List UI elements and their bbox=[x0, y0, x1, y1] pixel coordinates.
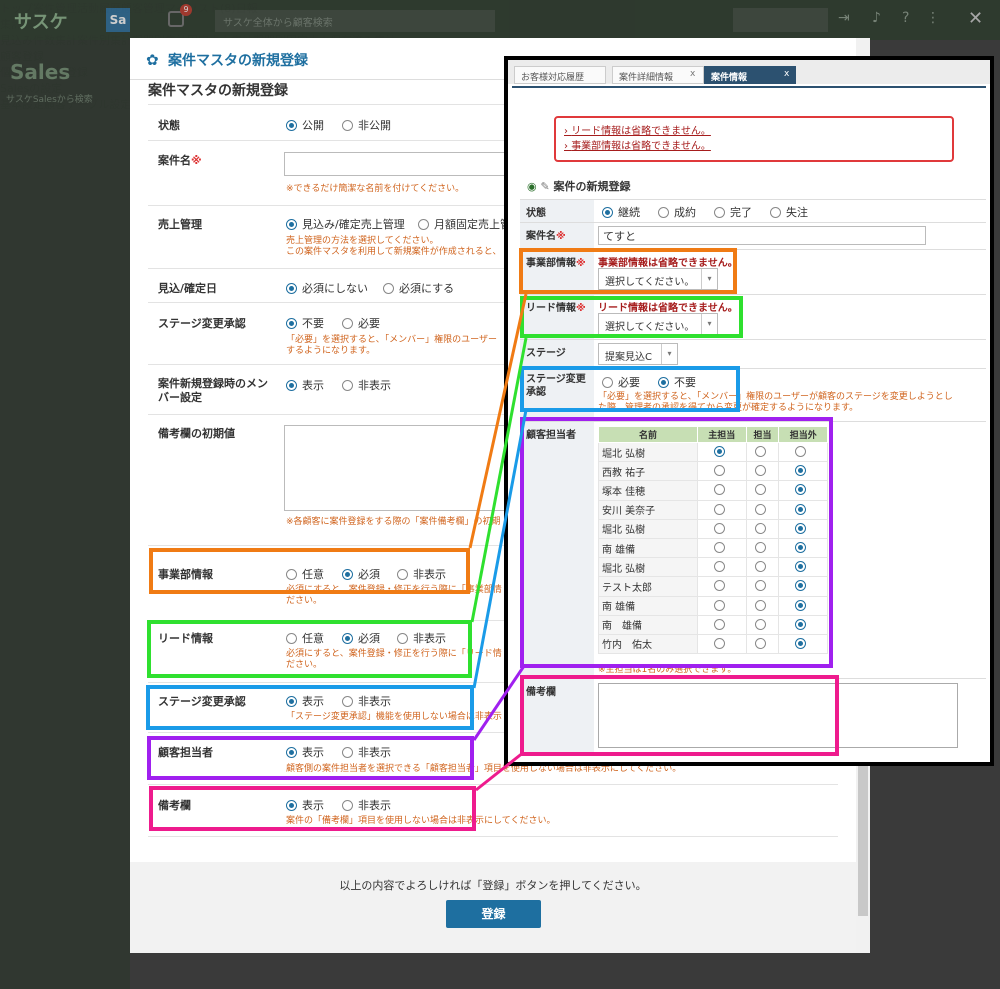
connector-division bbox=[468, 293, 528, 549]
connector-memo bbox=[475, 750, 525, 792]
connector-cust bbox=[472, 665, 526, 741]
connector-stage bbox=[472, 409, 528, 689]
connector-lines bbox=[468, 293, 528, 792]
connector-lead bbox=[470, 337, 528, 623]
